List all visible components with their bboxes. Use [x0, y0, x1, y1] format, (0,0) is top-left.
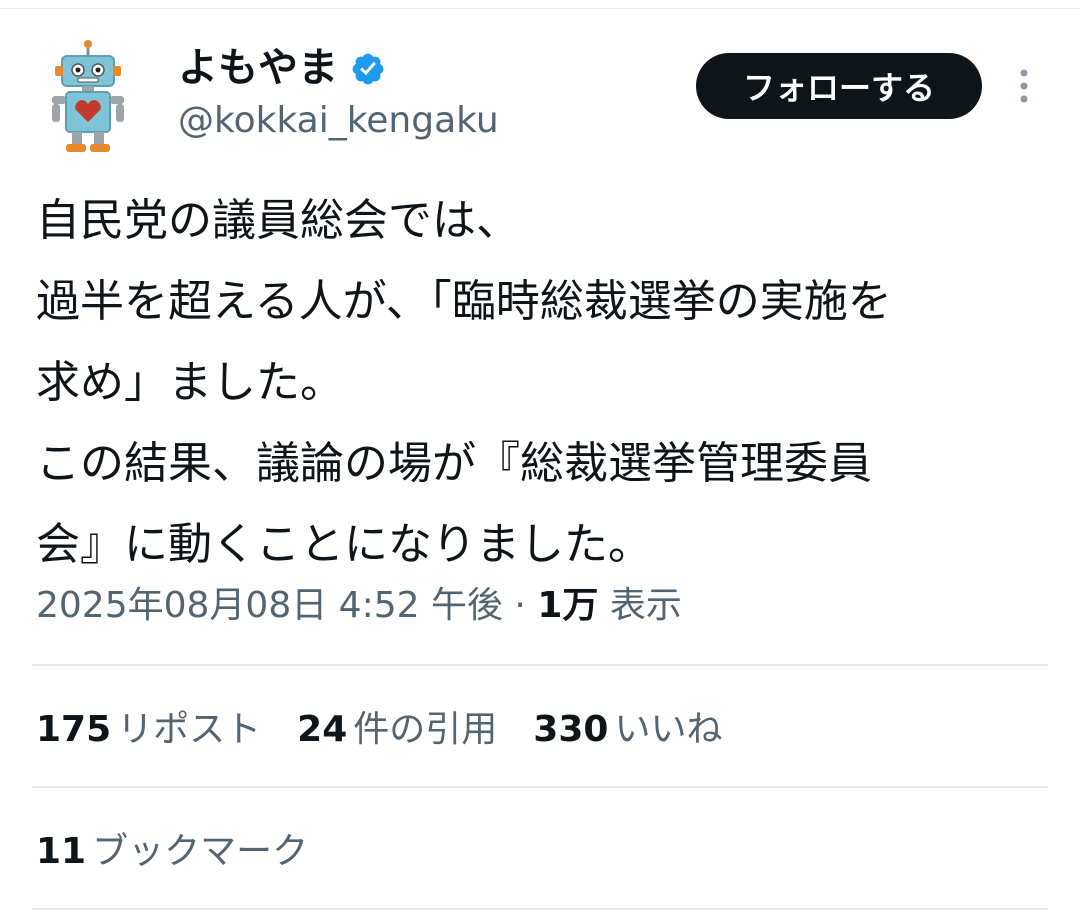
- tweet-timestamp[interactable]: 2025年08月08日 4:52 午後: [36, 585, 503, 626]
- views-label: 表示: [609, 585, 682, 626]
- follow-button[interactable]: フォローする: [696, 53, 982, 119]
- views-count: 1万: [537, 585, 599, 626]
- quotes-stat[interactable]: 24 件の引用: [297, 702, 497, 758]
- tweet-meta: 2025年08月08日 4:52 午後 · 1万 表示: [36, 578, 682, 634]
- reposts-label: リポスト: [117, 709, 262, 750]
- likes-label: いいね: [614, 709, 723, 750]
- author-name-row[interactable]: よもやま: [178, 40, 386, 96]
- bookmarks-label: ブックマーク: [92, 831, 309, 872]
- likes-stat[interactable]: 330 いいね: [533, 702, 722, 758]
- bookmarks-stat[interactable]: 11 ブックマーク: [36, 824, 308, 880]
- tweet-line: 求め」ました。: [36, 357, 344, 408]
- verified-badge-icon: [352, 53, 384, 85]
- more-vertical-icon[interactable]: [1008, 66, 1040, 106]
- engagement-stats: 175 リポスト 24 件の引用 330 いいね: [36, 702, 758, 758]
- display-name[interactable]: よもやま: [178, 40, 338, 96]
- tweet-line: 自民党の議員総会では、: [36, 195, 520, 246]
- robot-avatar-icon: [52, 40, 124, 152]
- quotes-label: 件の引用: [353, 709, 498, 750]
- quotes-count: 24: [297, 709, 348, 750]
- divider: [32, 908, 1048, 910]
- tweet-line: 会』に動くことになりました。: [36, 519, 652, 570]
- author-handle[interactable]: @kokkai_kengaku: [178, 96, 499, 146]
- avatar[interactable]: [40, 38, 140, 154]
- divider: [32, 786, 1048, 788]
- meta-separator: ·: [514, 585, 526, 626]
- bookmarks-count: 11: [36, 831, 87, 872]
- tweet-text: 自民党の議員総会では、 過半を超える人が、「臨時総裁選挙の実施を 求め」ました。…: [36, 180, 1046, 585]
- reposts-count: 175: [36, 709, 112, 750]
- likes-count: 330: [533, 709, 609, 750]
- top-divider: [0, 8, 1080, 9]
- reposts-stat[interactable]: 175 リポスト: [36, 702, 261, 758]
- divider: [32, 664, 1048, 666]
- tweet-line: この結果、議論の場が『総裁選挙管理委員: [36, 438, 872, 489]
- tweet-line: 過半を超える人が、「臨時総裁選挙の実施を: [36, 276, 892, 327]
